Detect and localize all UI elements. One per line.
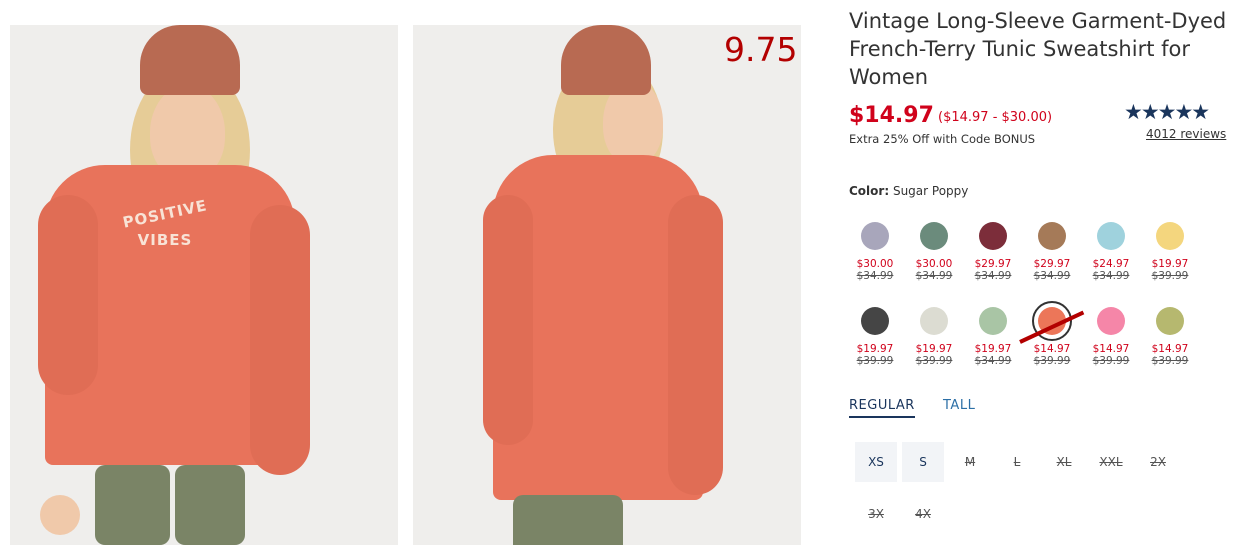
legging-right	[175, 465, 245, 545]
size-option-3x[interactable]: 3X	[855, 494, 897, 534]
swatch-dot	[979, 222, 1007, 250]
swatch-price: $24.97	[1092, 258, 1130, 270]
sleeve-right	[668, 195, 723, 495]
color-swatch[interactable]: $19.97 $39.99	[1142, 222, 1198, 282]
color-swatch[interactable]: $19.97 $39.99	[906, 307, 962, 367]
rating-stars-icon[interactable]: ★★★★★	[1124, 100, 1210, 125]
product-title: Vintage Long-Sleeve Garment-Dyed French-…	[849, 9, 1227, 89]
tab-regular[interactable]: REGULAR	[849, 398, 915, 418]
color-swatch[interactable]: $19.97 $34.99	[965, 307, 1021, 367]
swatch-dot	[1156, 307, 1184, 335]
swatch-original-price: $39.99	[1033, 355, 1071, 367]
swatch-dot	[1097, 222, 1125, 250]
swatch-original-price: $34.99	[1033, 270, 1071, 282]
swatch-price: $29.97	[1033, 258, 1071, 270]
swatch-price: $29.97	[974, 258, 1012, 270]
swatch-original-price: $34.99	[974, 355, 1012, 367]
legging-left	[95, 465, 170, 545]
sleeve-right	[250, 205, 310, 475]
hand	[40, 495, 80, 535]
swatch-price: $19.97	[974, 343, 1012, 355]
product-photo-front[interactable]: POSITIVE VIBES	[10, 25, 398, 545]
color-swatch[interactable]: $30.00 $34.99	[847, 222, 903, 282]
product-photo-back[interactable]	[413, 25, 801, 545]
reviews-link[interactable]: 4012 reviews	[1146, 127, 1226, 141]
print-vibes: VIBES	[137, 231, 193, 249]
size-option-xxl[interactable]: XXL	[1090, 442, 1132, 482]
price-annotation: 9.75	[724, 30, 798, 69]
swatch-original-price: $39.99	[915, 355, 953, 367]
color-label: Color: Sugar Poppy	[849, 184, 968, 198]
color-value: Sugar Poppy	[892, 184, 969, 198]
sale-price: $14.97	[849, 103, 934, 128]
sleeve-left	[38, 195, 98, 395]
swatch-price: $19.97	[915, 343, 953, 355]
hat	[140, 25, 240, 95]
color-swatch[interactable]: $14.97 $39.99	[1142, 307, 1198, 367]
color-swatch[interactable]: $29.97 $34.99	[1024, 222, 1080, 282]
size-option-l[interactable]: L	[996, 442, 1038, 482]
swatch-original-price: $34.99	[1092, 270, 1130, 282]
swatch-original-price: $34.99	[974, 270, 1012, 282]
swatch-dot	[920, 307, 948, 335]
swatch-price: $19.97	[856, 343, 894, 355]
swatch-dot	[1038, 222, 1066, 250]
swatch-original-price: $34.99	[915, 270, 953, 282]
swatch-original-price: $34.99	[856, 270, 894, 282]
color-swatch[interactable]: $14.97 $39.99	[1083, 307, 1139, 367]
size-option-2x[interactable]: 2X	[1137, 442, 1179, 482]
swatch-price: $14.97	[1033, 343, 1071, 355]
size-option-xs[interactable]: XS	[855, 442, 897, 482]
price-range: ($14.97 - $30.00)	[938, 110, 1053, 125]
size-option-4x[interactable]: 4X	[902, 494, 944, 534]
swatch-dot	[1156, 222, 1184, 250]
swatch-dot	[861, 307, 889, 335]
swatch-price: $14.97	[1151, 343, 1189, 355]
color-swatch[interactable]: $19.97 $39.99	[847, 307, 903, 367]
promo-text: Extra 25% Off with Code BONUS	[849, 132, 1036, 146]
swatch-original-price: $39.99	[1151, 270, 1189, 282]
swatch-original-price: $39.99	[1092, 355, 1130, 367]
swatch-dot	[979, 307, 1007, 335]
size-option-xl[interactable]: XL	[1043, 442, 1085, 482]
color-swatch[interactable]: $29.97 $34.99	[965, 222, 1021, 282]
color-swatch[interactable]: $30.00 $34.99	[906, 222, 962, 282]
tab-tall[interactable]: TALL	[943, 398, 975, 413]
color-swatch[interactable]: $24.97 $34.99	[1083, 222, 1139, 282]
swatch-dot	[861, 222, 889, 250]
swatch-price: $14.97	[1092, 343, 1130, 355]
swatch-original-price: $39.99	[856, 355, 894, 367]
size-option-m[interactable]: M	[949, 442, 991, 482]
legging	[513, 495, 623, 545]
swatch-original-price: $39.99	[1151, 355, 1189, 367]
swatch-price: $19.97	[1151, 258, 1189, 270]
swatch-price: $30.00	[915, 258, 953, 270]
sleeve-left	[483, 195, 533, 445]
color-label-key: Color:	[849, 184, 890, 198]
product-page: POSITIVE VIBES 9.75 Vintage Long-Sleeve …	[0, 0, 1252, 553]
swatch-price: $30.00	[856, 258, 894, 270]
swatch-dot	[920, 222, 948, 250]
hat	[561, 25, 651, 95]
size-option-s[interactable]: S	[902, 442, 944, 482]
swatch-dot	[1097, 307, 1125, 335]
